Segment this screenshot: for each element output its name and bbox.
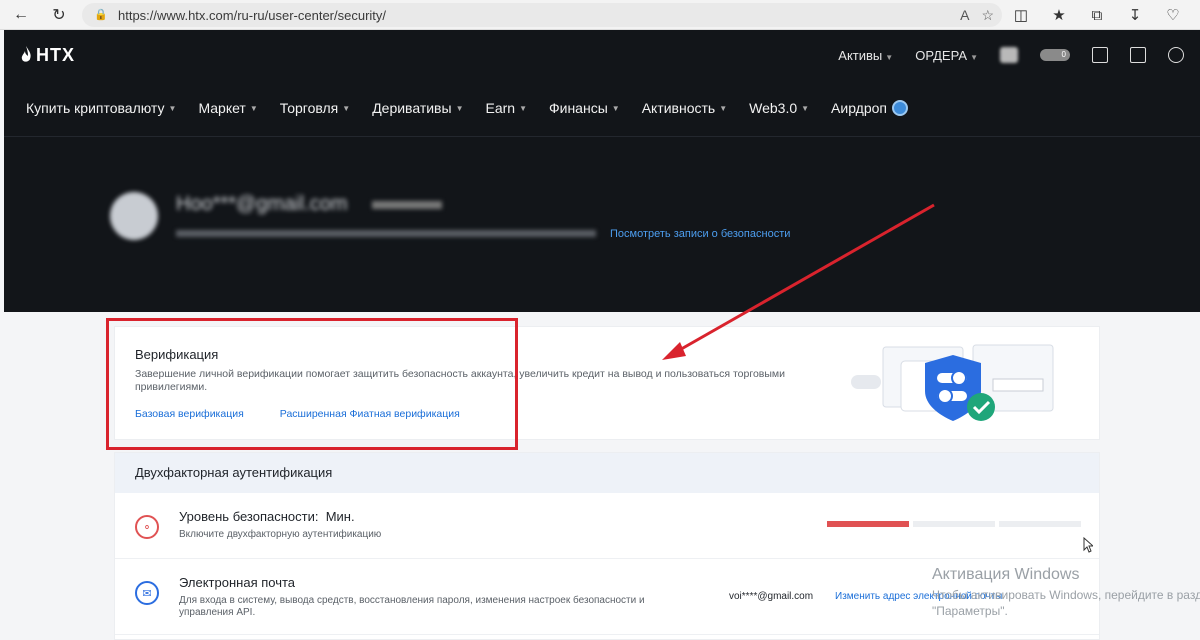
toggle-count: 0	[1061, 50, 1066, 59]
nav-label: Маркет	[198, 100, 246, 116]
orders-menu[interactable]: ОРДЕРА ▼	[915, 48, 978, 63]
globe-icon[interactable]	[1168, 47, 1184, 63]
read-aloud-icon[interactable]: A	[960, 7, 969, 24]
nav-label: Earn	[485, 100, 516, 116]
annotation-highlight-box	[106, 318, 518, 450]
chevron-down-icon: ▼	[168, 103, 177, 113]
watermark-line2: Чтобы активировать Windows, перейдите в …	[932, 588, 1200, 602]
nav-label: Аирдроп	[831, 100, 887, 116]
chevron-down-icon: ▼	[249, 103, 258, 113]
security-bar-segment-1	[827, 521, 909, 527]
chevron-down-icon: ▼	[801, 103, 810, 113]
profile-summary: Hoo***@gmail.com Посмотреть записи о без…	[110, 192, 790, 240]
profile-login-info	[176, 230, 596, 237]
watermark-line3: "Параметры".	[932, 604, 1008, 618]
security-level-row: ⚬ Уровень безопасности: Мин. Включите дв…	[115, 493, 1099, 559]
security-records-link[interactable]: Посмотреть записи о безопасности	[610, 228, 790, 240]
security-level-bar	[827, 521, 1081, 527]
two-factor-heading: Двухфакторная аутентификация	[115, 453, 1099, 493]
nav-label: Торговля	[279, 100, 339, 116]
security-level-desc: Включите двухфакторную аутентификацию	[179, 529, 382, 540]
notification-toggle[interactable]: 0	[1040, 49, 1070, 61]
nav-activity[interactable]: Активность ▼	[642, 100, 727, 116]
profile-uid-tag	[371, 201, 442, 210]
nav-earn[interactable]: Earn ▼	[485, 100, 527, 116]
favorites-icon[interactable]: ★	[1048, 4, 1070, 26]
assets-menu[interactable]: Активы ▼	[838, 48, 893, 63]
security-level-label: Уровень безопасности:	[179, 509, 319, 524]
main-nav: Купить криптовалюту ▼ Маркет ▼ Торговля ▼ Д…	[4, 80, 1200, 136]
htx-logo[interactable]: HTX	[20, 45, 75, 66]
logo-text: HTX	[36, 44, 75, 65]
favorite-star-icon[interactable]: ☆	[981, 7, 994, 24]
header-divider	[4, 136, 1200, 137]
mouse-cursor-icon	[1083, 537, 1093, 553]
address-bar[interactable]: 🔒 https://www.htx.com/ru-ru/user-center/…	[82, 3, 1002, 27]
split-screen-icon[interactable]: ◫	[1010, 4, 1032, 26]
orders-label: ОРДЕРА	[915, 47, 968, 63]
watermark-title: Активация Windows	[932, 566, 1080, 583]
chevron-down-icon: ▼	[342, 103, 351, 113]
email-envelope-icon: ✉	[135, 581, 159, 605]
nav-finance[interactable]: Финансы ▼	[549, 100, 620, 116]
chevron-down-icon: ▼	[719, 103, 728, 113]
back-icon[interactable]: ←	[10, 4, 32, 26]
nav-market[interactable]: Маркет ▼	[198, 100, 257, 116]
nav-web3[interactable]: Web3.0 ▼	[749, 100, 809, 116]
lock-icon[interactable]: 🔒	[94, 8, 108, 22]
security-level-title: Уровень безопасности: Мин.	[179, 509, 355, 524]
email-desc: Для входа в систему, вывода средств, вос…	[179, 595, 645, 618]
nav-airdrop[interactable]: Аирдроп	[831, 100, 908, 116]
user-avatar[interactable]	[1000, 47, 1018, 63]
chevron-down-icon: ▼	[970, 52, 978, 62]
site-header: HTX Активы ▼ ОРДЕРА ▼ 0 Купить криптовалют…	[4, 30, 1200, 312]
nav-label: Купить криптовалюту	[26, 100, 165, 116]
security-level-value: Мин.	[325, 509, 355, 524]
chevron-down-icon: ▼	[885, 52, 894, 62]
chevron-down-icon: ▼	[455, 103, 464, 113]
security-shield-icon: ⚬	[135, 515, 159, 539]
nav-trade[interactable]: Торговля ▼	[280, 100, 350, 116]
profile-email: Hoo***@gmail.com	[176, 192, 348, 215]
chevron-down-icon: ▼	[519, 103, 527, 113]
messages-icon[interactable]	[1092, 47, 1108, 63]
nav-derivatives[interactable]: Деривативы ▼	[372, 100, 463, 116]
windows-activation-watermark: Активация Windows Чтобы активировать Win…	[932, 566, 1200, 618]
refresh-icon[interactable]: ↻	[48, 4, 70, 26]
nav-buy-crypto[interactable]: Купить криптовалюту ▼	[26, 100, 176, 116]
security-bar-segment-3	[999, 521, 1081, 527]
shield-illustration-icon	[851, 344, 1054, 421]
airdrop-icon	[892, 100, 908, 116]
profile-avatar	[110, 192, 158, 240]
download-app-icon[interactable]	[1130, 47, 1146, 63]
nav-label: Активность	[641, 100, 716, 116]
security-bar-segment-2	[913, 521, 995, 527]
assets-label: Активы	[838, 47, 883, 63]
nav-label: Web3.0	[749, 100, 798, 116]
nav-label: Финансы	[548, 100, 608, 116]
downloads-icon[interactable]: ↧	[1124, 4, 1146, 26]
heart-icon[interactable]: ♡	[1162, 4, 1184, 26]
chevron-down-icon: ▼	[611, 103, 620, 113]
flame-icon	[21, 46, 31, 62]
collections-icon[interactable]: ⧉	[1086, 4, 1108, 26]
url-text: https://www.htx.com/ru-ru/user-center/se…	[118, 7, 387, 23]
browser-toolbar: ← ↻ 🔒 https://www.htx.com/ru-ru/user-cen…	[0, 0, 1200, 30]
email-value: voi****@gmail.com	[729, 591, 814, 602]
nav-label: Деривативы	[372, 100, 452, 116]
email-title: Электронная почта	[179, 575, 296, 590]
